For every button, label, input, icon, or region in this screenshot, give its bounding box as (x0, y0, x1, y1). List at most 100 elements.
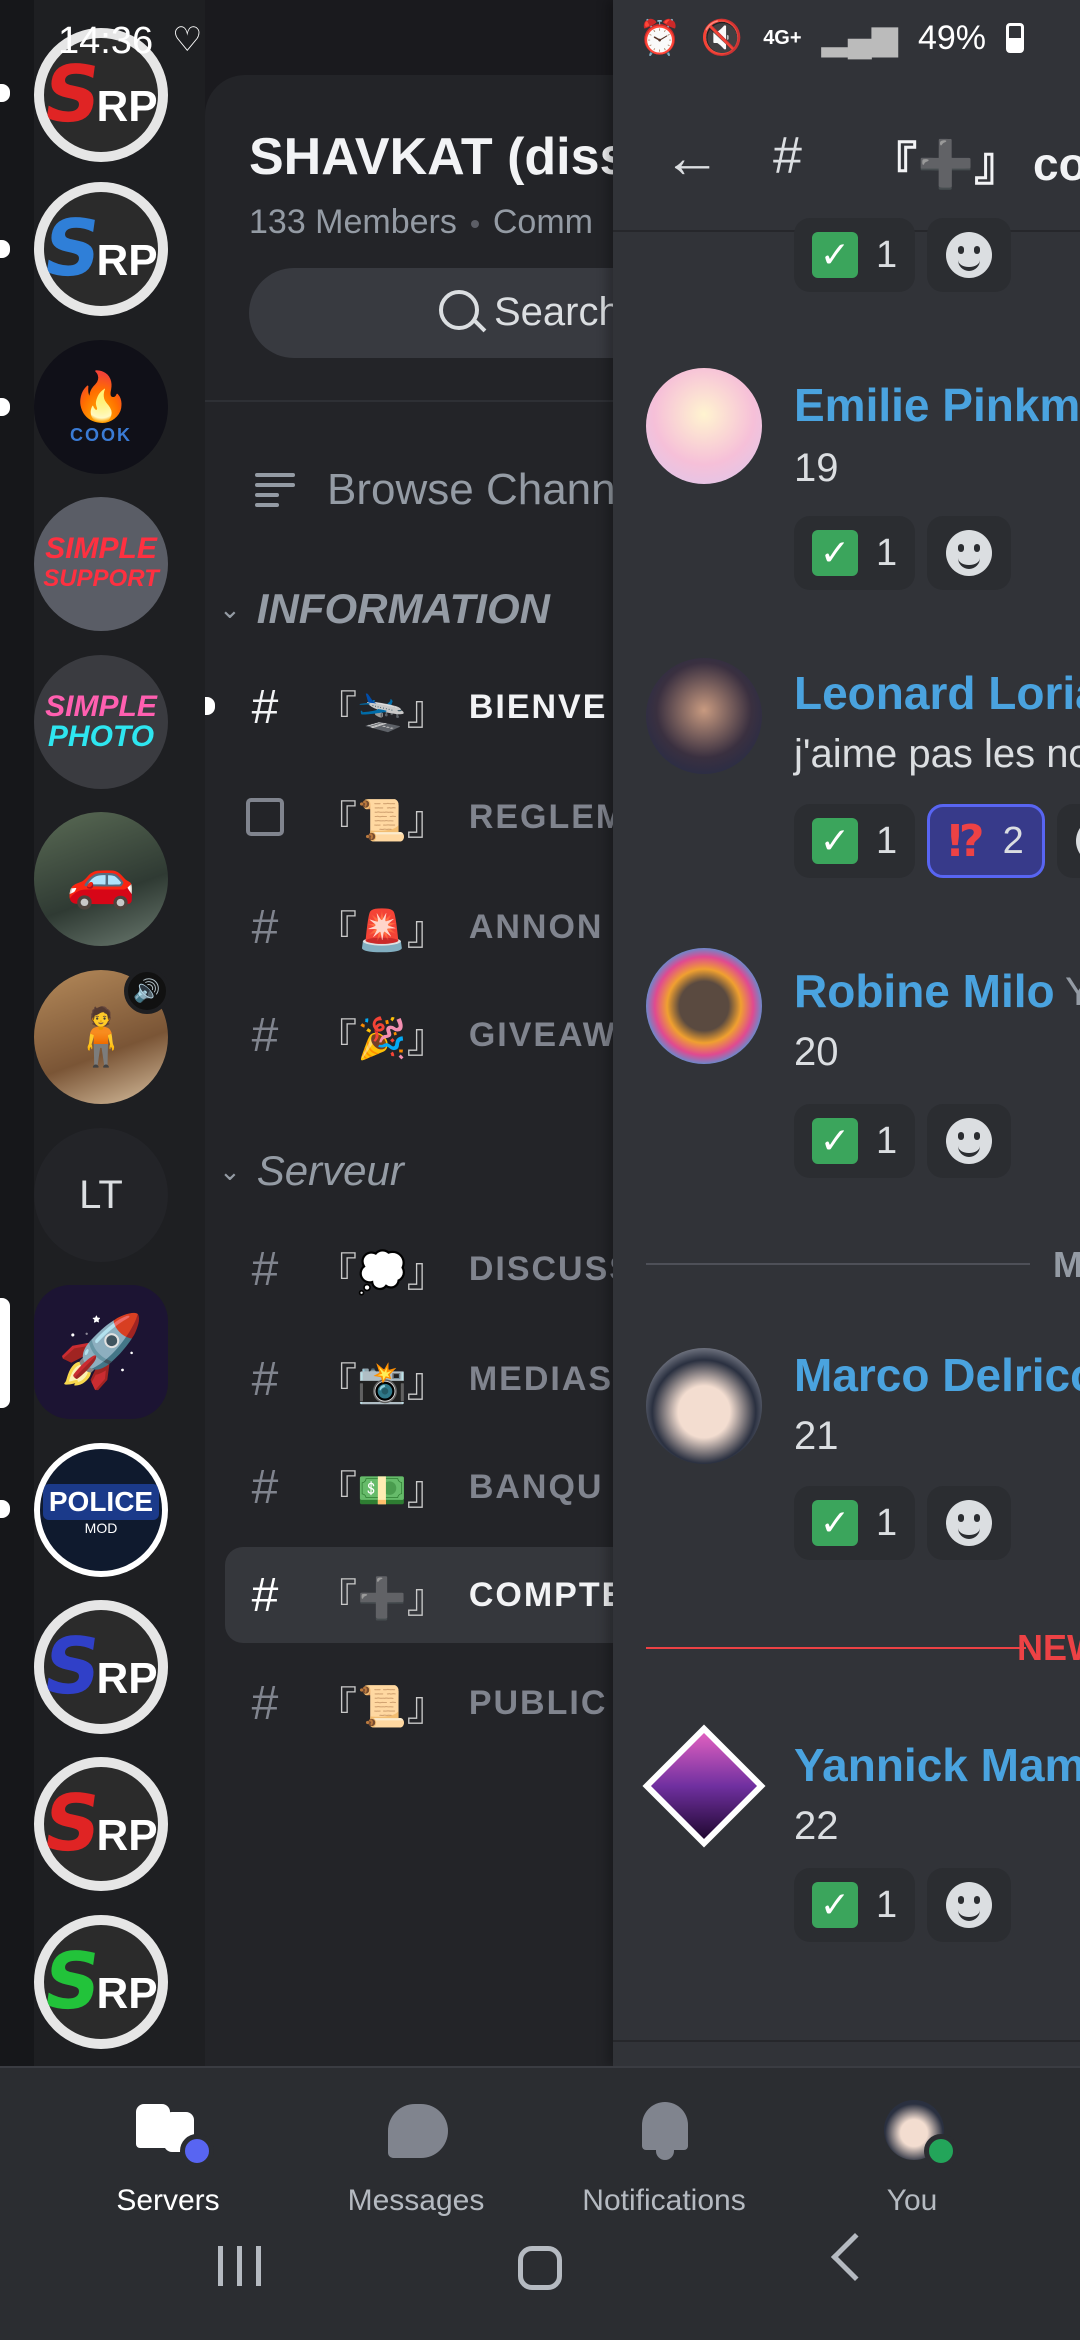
server-rocket[interactable]: 🚀 (34, 1285, 168, 1419)
reaction-row: ✓ 1 (794, 1486, 1012, 1560)
check-reaction[interactable]: ✓ 1 (794, 516, 916, 590)
category-label: INFORMATION (256, 585, 550, 632)
avatar (872, 2092, 958, 2172)
server-simple-photo[interactable]: SIMPLE PHOTO (34, 655, 168, 789)
alarm-icon: ⏰ (638, 19, 681, 57)
channel-banque[interactable]: # 『💵』 BANQU (225, 1439, 625, 1535)
rocket-icon: 🚀 (57, 1312, 145, 1390)
server-srp-blue[interactable]: S RP (34, 182, 168, 316)
message-author[interactable]: Emilie Pinkma (794, 378, 1080, 432)
text-channel-icon: # (251, 1008, 279, 1062)
smiley-icon (946, 232, 993, 278)
server-sub: RP (96, 1969, 158, 2018)
message-author[interactable]: Leonard Loria (794, 666, 1080, 720)
battery-icon (1006, 23, 1024, 53)
channel-emoji: 『📜』 (317, 799, 447, 843)
chat-channel-title[interactable]: 『➕』 co (871, 128, 1080, 194)
check-mark-icon: ✓ (812, 1882, 858, 1928)
text-channel-icon: # (251, 680, 279, 734)
interrobang-icon: ⁉ (948, 816, 985, 866)
server-lt[interactable]: LT (34, 1128, 168, 1262)
discord-app: 14:36 ♡ ⏰ 🔇 4G+ ▂▄▆ 49% S RP S RP 🔥 COOK S… (0, 0, 1080, 2340)
arrow-left-icon[interactable]: ← (663, 124, 721, 191)
battery-label: 49% (917, 18, 986, 57)
server-car-image[interactable]: 🚗 (34, 812, 168, 946)
channel-name: COMPTE (468, 1575, 625, 1614)
messages-icon (376, 2092, 456, 2172)
channel-publicite[interactable]: # 『📜』 PUBLIC (225, 1655, 625, 1751)
smiley-icon (946, 1500, 993, 1546)
recents-button[interactable] (218, 2246, 261, 2286)
server-label-line2: PHOTO (47, 720, 155, 753)
server-cook[interactable]: 🔥 COOK (34, 340, 168, 474)
channel-emoji: 『🎉』 (317, 1017, 447, 1061)
channel-name: PUBLIC (468, 1683, 608, 1722)
date-separator (646, 1263, 1030, 1265)
channel-discussion[interactable]: # 『💭』 DISCUSS (225, 1221, 625, 1317)
selected-server-indicator (0, 1298, 10, 1408)
check-reaction[interactable]: ✓ 1 (794, 1486, 916, 1560)
avatar[interactable] (646, 658, 762, 774)
message-author[interactable]: Marco Delrico (794, 1348, 1080, 1402)
reaction-row: ✓ 1 (794, 218, 1012, 292)
channel-annonces[interactable]: # 『🚨』 ANNON (225, 879, 625, 975)
add-reaction-button[interactable] (927, 1104, 1012, 1178)
server-simple-support[interactable]: SIMPLE SUPPORT (34, 497, 168, 631)
reaction-row: ✓ 1 (794, 516, 1012, 590)
channel-emoji: 『📜』 (317, 1685, 447, 1729)
add-reaction-button[interactable] (927, 1868, 1012, 1942)
check-mark-icon: ✓ (812, 1118, 858, 1164)
voice-speaker-icon: 🔊 (124, 968, 170, 1014)
channel-emoji: 『💵』 (317, 1469, 447, 1513)
reaction-row: ✓ 1 (794, 1868, 1012, 1942)
avatar[interactable] (646, 948, 762, 1064)
server-srp-red-2[interactable]: S RP (34, 1757, 168, 1891)
search-label: Search (494, 290, 621, 334)
member-count: 133 Members (249, 203, 457, 241)
category-information[interactable]: ⌄ INFORMATION (219, 585, 550, 633)
add-reaction-button[interactable] (927, 516, 1012, 590)
check-reaction[interactable]: ✓ 1 (794, 1868, 916, 1942)
smiley-icon (1075, 818, 1080, 864)
home-button[interactable] (518, 2246, 562, 2290)
reaction-count: 1 (876, 819, 898, 862)
car-icon: 🚗 (66, 847, 136, 910)
add-reaction-button[interactable] (927, 218, 1012, 292)
server-lt-label: LT (79, 1172, 123, 1217)
add-reaction-button[interactable] (1056, 804, 1080, 878)
check-reaction[interactable]: ✓ 1 (794, 804, 916, 878)
channel-reglement[interactable]: 『📜』 REGLEM (225, 769, 625, 865)
server-police[interactable]: POLICE MOD (34, 1443, 168, 1577)
guild-search-button[interactable]: Search (249, 268, 625, 358)
browse-channels-button[interactable]: Browse Chann (255, 455, 616, 525)
message-author[interactable]: Robine Milo (794, 964, 1055, 1018)
server-srp-green[interactable]: S RP (34, 1915, 168, 2049)
reaction-count: 1 (876, 1883, 898, 1926)
add-reaction-button[interactable] (927, 1486, 1012, 1560)
channel-giveaway[interactable]: # 『🎉』 GIVEAW (225, 987, 625, 1083)
message-author[interactable]: Yannick Mama (794, 1738, 1080, 1792)
browse-channels-label: Browse Chann (327, 465, 616, 514)
reaction-count: 1 (876, 531, 898, 574)
guild-title[interactable]: SHAVKAT (diss (249, 127, 625, 187)
interrobang-reaction[interactable]: ⁉ 2 (927, 804, 1045, 878)
back-button[interactable] (830, 2232, 880, 2282)
server-srp-navy[interactable]: S RP (34, 1600, 168, 1734)
avatar[interactable] (646, 1348, 762, 1464)
check-reaction[interactable]: ✓ 1 (794, 1104, 916, 1178)
channel-name: REGLEM (468, 797, 625, 836)
channel-bienvenue[interactable]: # 『🛬』 BIENVE (225, 659, 625, 755)
server-sub: RP (96, 1811, 158, 1860)
channel-compteur-selected[interactable]: # 『➕』 COMPTE (225, 1547, 625, 1643)
avatar[interactable] (646, 368, 762, 484)
chat-panel: ← # 『➕』 co ✓ 1 Emilie Pinkma 19 ✓ 1 Leon… (613, 0, 1080, 2066)
channel-medias[interactable]: # 『📸』 MEDIAS (225, 1331, 625, 1427)
avatar[interactable] (642, 1724, 766, 1848)
server-label-line2: SUPPORT (43, 565, 159, 592)
check-reaction[interactable]: ✓ 1 (794, 218, 916, 292)
category-serveur[interactable]: ⌄ Serveur (219, 1147, 404, 1195)
community-label: Comm (492, 203, 593, 241)
channel-hash-icon: # (773, 127, 802, 185)
check-mark-icon: ✓ (812, 1500, 858, 1546)
smiley-icon (946, 1118, 993, 1164)
